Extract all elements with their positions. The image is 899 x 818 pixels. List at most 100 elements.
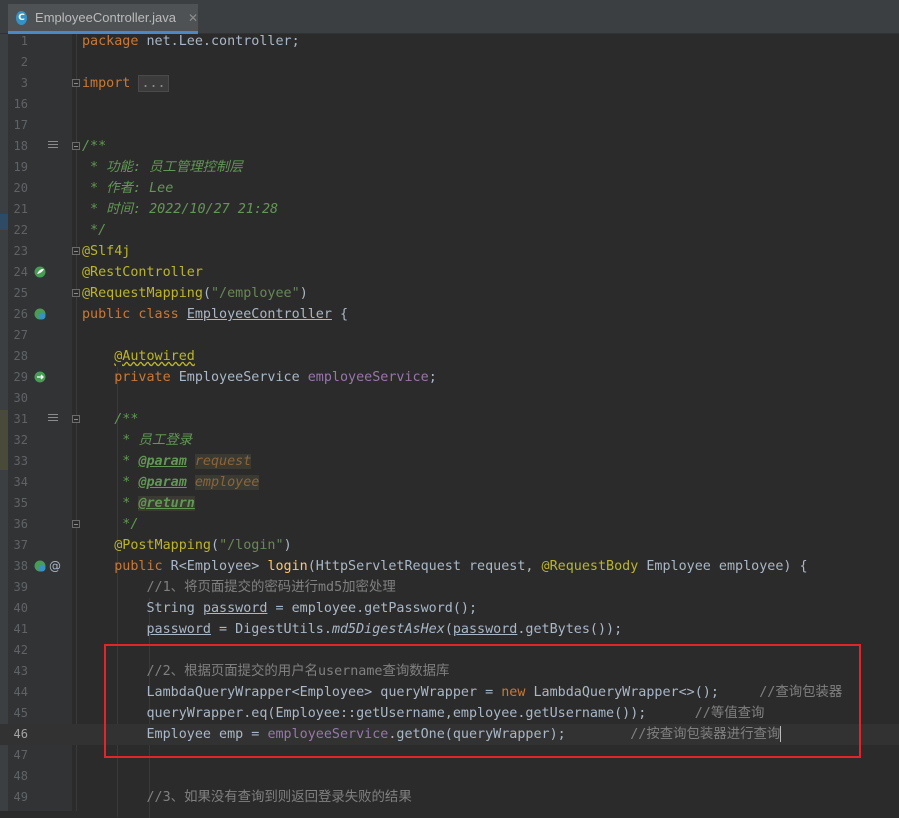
code-line[interactable]: 29 private EmployeeService employeeServi… [0,367,899,388]
line-number: 48 [13,769,28,783]
at-icon[interactable]: @ [49,556,61,577]
code-line[interactable]: 42 [0,640,899,661]
code-line[interactable]: 47 [0,745,899,766]
code-text: * @param request [82,454,252,469]
rendered-doc-icon[interactable] [48,141,58,151]
line-number: 32 [13,433,28,447]
code-line[interactable]: 2 [0,52,899,73]
code-line[interactable]: 41 password = DigestUtils.md5DigestAsHex… [0,619,899,640]
line-number: 41 [13,622,28,636]
code-line[interactable]: 22 */ [0,220,899,241]
fold-toggle-icon[interactable] [72,247,80,255]
line-number: 40 [13,601,28,615]
line-number: 23 [13,244,28,258]
code-line[interactable]: 49 //3、如果没有查询到则返回登录失败的结果 [0,787,899,808]
code-text: * 功能: 员工管理控制层 [82,160,243,175]
line-number: 24 [13,265,28,279]
java-class-icon: C [16,10,28,25]
code-line[interactable]: 38 @ public R<Employee> login(HttpServle… [0,556,899,577]
code-text: public R<Employee> login(HttpServletRequ… [114,559,808,574]
code-line[interactable]: 44 LambdaQueryWrapper<Employee> queryWra… [0,682,899,703]
autowired-navigate-icon[interactable] [34,371,46,383]
code-line[interactable]: 3 import ... [0,73,899,94]
line-number: 1 [20,34,28,48]
code-line[interactable]: 18 /** [0,136,899,157]
code-text: //2、根据页面提交的用户名username查询数据库 [82,664,450,679]
code-line[interactable]: 43 //2、根据页面提交的用户名username查询数据库 [0,661,899,682]
fold-toggle-icon[interactable] [72,142,80,150]
code-line[interactable]: 25 @RequestMapping("/employee") [0,283,899,304]
code-line[interactable]: 48 [0,766,899,787]
code-text: @RequestMapping("/employee") [82,286,308,301]
code-line[interactable]: 35 * @return [0,493,899,514]
line-number: 34 [13,475,28,489]
code-text: */ [82,517,139,532]
close-icon[interactable]: ✕ [188,11,198,25]
line-number: 37 [13,538,28,552]
line-number: 17 [13,118,28,132]
line-number: 49 [13,790,28,804]
code-line[interactable]: 36 */ [0,514,899,535]
fold-toggle-icon[interactable] [72,520,80,528]
code-line[interactable]: 24 @RestController [0,262,899,283]
line-number: 45 [13,706,28,720]
line-number: 36 [13,517,28,531]
code-line[interactable]: 32 * 员工登录 [0,430,899,451]
fold-toggle-icon[interactable] [72,415,80,423]
code-text: @RestController [82,265,203,280]
line-number: 22 [13,223,28,237]
code-line[interactable]: 20 * 作者: Lee [0,178,899,199]
request-mapping-globe-icon[interactable] [34,560,46,572]
line-number: 33 [13,454,28,468]
code-text: /** [82,139,107,154]
code-line[interactable]: 27 [0,325,899,346]
code-text: public class EmployeeController { [82,307,349,322]
code-line[interactable]: 1 package net.Lee.controller; [0,31,899,52]
fold-toggle-icon[interactable] [72,79,80,87]
line-number: 25 [13,286,28,300]
line-number: 20 [13,181,28,195]
line-number: 42 [13,643,28,657]
line-number: 27 [13,328,28,342]
rendered-doc-icon[interactable] [48,414,58,424]
code-line[interactable]: 34 * @param employee [0,472,899,493]
code-line[interactable]: 37 @PostMapping("/login") [0,535,899,556]
code-text: * 员工登录 [82,433,192,448]
code-line[interactable]: 16 [0,94,899,115]
code-text: private EmployeeService employeeService; [114,370,437,385]
code-line-current[interactable]: 46 Employee emp = employeeService.getOne… [0,724,899,745]
code-line[interactable]: 19 * 功能: 员工管理控制层 [0,157,899,178]
spring-bean-globe-icon[interactable] [34,308,46,320]
code-line[interactable]: 39 //1、将页面提交的密码进行md5加密处理 [0,577,899,598]
spring-bean-icon[interactable] [34,266,46,278]
code-line[interactable]: 17 [0,115,899,136]
fold-toggle-icon[interactable] [72,289,80,297]
code-line[interactable]: 31 /** [0,409,899,430]
line-number: 31 [13,412,28,426]
code-line[interactable]: 21 * 时间: 2022/10/27 21:28 [0,199,899,220]
code-line[interactable]: 26 public class EmployeeController { [0,304,899,325]
code-text: * 作者: Lee [82,181,174,196]
code-text: /** [82,412,139,427]
text-caret [780,726,782,742]
line-number: 38 [13,559,28,573]
code-line[interactable]: 40 String password = employee.getPasswor… [0,598,899,619]
code-line[interactable]: 30 [0,388,899,409]
code-text: Employee emp = employeeService.getOne(qu… [82,726,782,742]
code-text: @Autowired [114,349,195,364]
code-line[interactable]: 28 @Autowired [0,346,899,367]
code-line[interactable]: 45 queryWrapper.eq(Employee::getUsername… [0,703,899,724]
line-number: 47 [13,748,28,762]
code-text: * @param employee [82,475,260,490]
line-number: 3 [20,76,28,90]
tab-employee-controller[interactable]: C EmployeeController.java ✕ [8,4,198,34]
code-text: queryWrapper.eq(Employee::getUsername,em… [82,706,765,721]
line-number: 16 [13,97,28,111]
line-number: 43 [13,664,28,678]
line-number: 2 [20,55,28,69]
code-line[interactable]: 23 @Slf4j [0,241,899,262]
line-number: 21 [13,202,28,216]
line-number: 19 [13,160,28,174]
tab-label: EmployeeController.java [35,10,176,25]
code-line[interactable]: 33 * @param request [0,451,899,472]
